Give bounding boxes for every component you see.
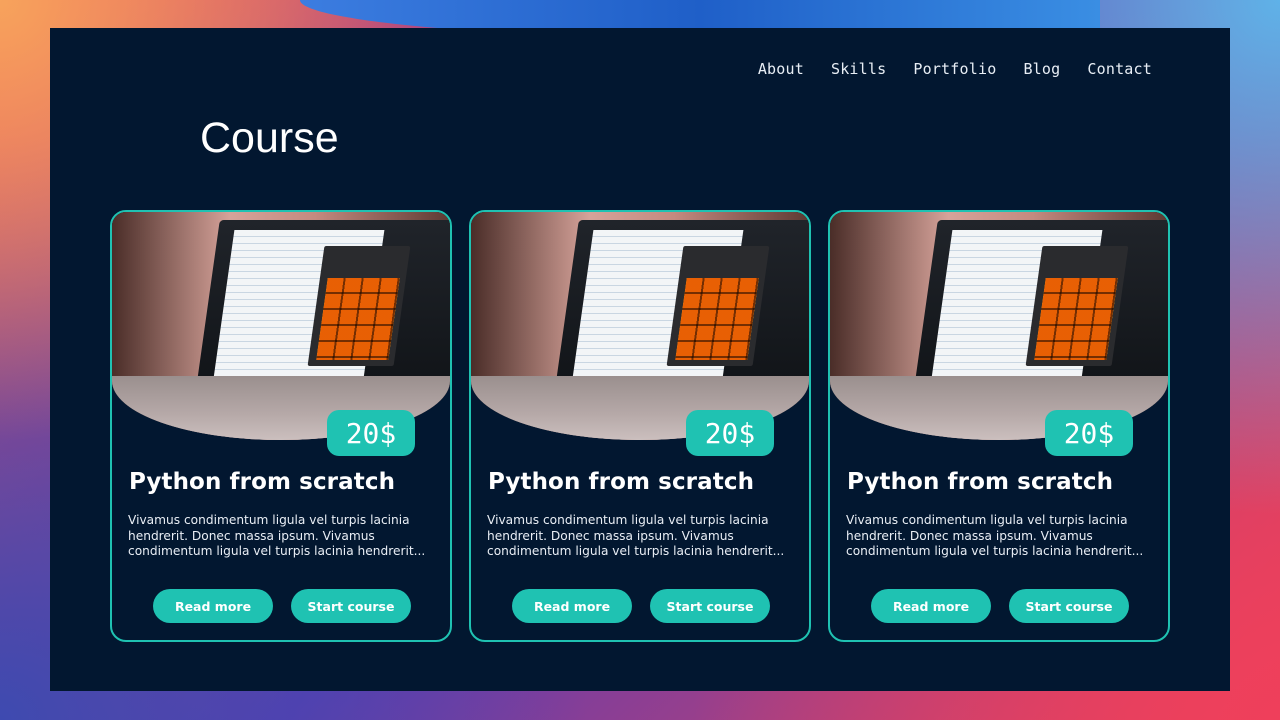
course-card-list: 20$ Python from scratch Vivamus condimen… [110, 210, 1170, 642]
course-card: 20$ Python from scratch Vivamus condimen… [828, 210, 1170, 642]
top-nav: About Skills Portfolio Blog Contact [758, 60, 1152, 78]
calculator-keys [316, 278, 400, 360]
start-course-button[interactable]: Start course [650, 589, 770, 623]
start-course-button[interactable]: Start course [291, 589, 411, 623]
price-badge: 20$ [1045, 410, 1133, 456]
course-description: Vivamus condimentum ligula vel turpis la… [128, 513, 426, 558]
course-description: Vivamus condimentum ligula vel turpis la… [487, 513, 785, 558]
card-actions: Read more Start course [153, 589, 411, 623]
start-course-button[interactable]: Start course [1009, 589, 1129, 623]
page-frame: About Skills Portfolio Blog Contact Cour… [50, 28, 1230, 691]
page-title: Course [200, 114, 339, 162]
price-badge: 20$ [327, 410, 415, 456]
course-title: Python from scratch [488, 469, 755, 495]
calculator-keys [675, 278, 759, 360]
nav-contact-link[interactable]: Contact [1087, 60, 1152, 78]
card-actions: Read more Start course [512, 589, 770, 623]
course-description: Vivamus condimentum ligula vel turpis la… [846, 513, 1144, 558]
course-card: 20$ Python from scratch Vivamus condimen… [469, 210, 811, 642]
calculator-keys [1034, 278, 1118, 360]
course-image [112, 212, 450, 440]
card-actions: Read more Start course [871, 589, 1129, 623]
price-badge: 20$ [686, 410, 774, 456]
course-image [471, 212, 809, 440]
read-more-button[interactable]: Read more [512, 589, 632, 623]
read-more-button[interactable]: Read more [871, 589, 991, 623]
course-title: Python from scratch [847, 469, 1114, 495]
read-more-button[interactable]: Read more [153, 589, 273, 623]
nav-portfolio-link[interactable]: Portfolio [913, 60, 996, 78]
course-title: Python from scratch [129, 469, 396, 495]
nav-about-link[interactable]: About [758, 60, 804, 78]
course-card: 20$ Python from scratch Vivamus condimen… [110, 210, 452, 642]
nav-skills-link[interactable]: Skills [831, 60, 886, 78]
nav-blog-link[interactable]: Blog [1023, 60, 1060, 78]
course-image [830, 212, 1168, 440]
